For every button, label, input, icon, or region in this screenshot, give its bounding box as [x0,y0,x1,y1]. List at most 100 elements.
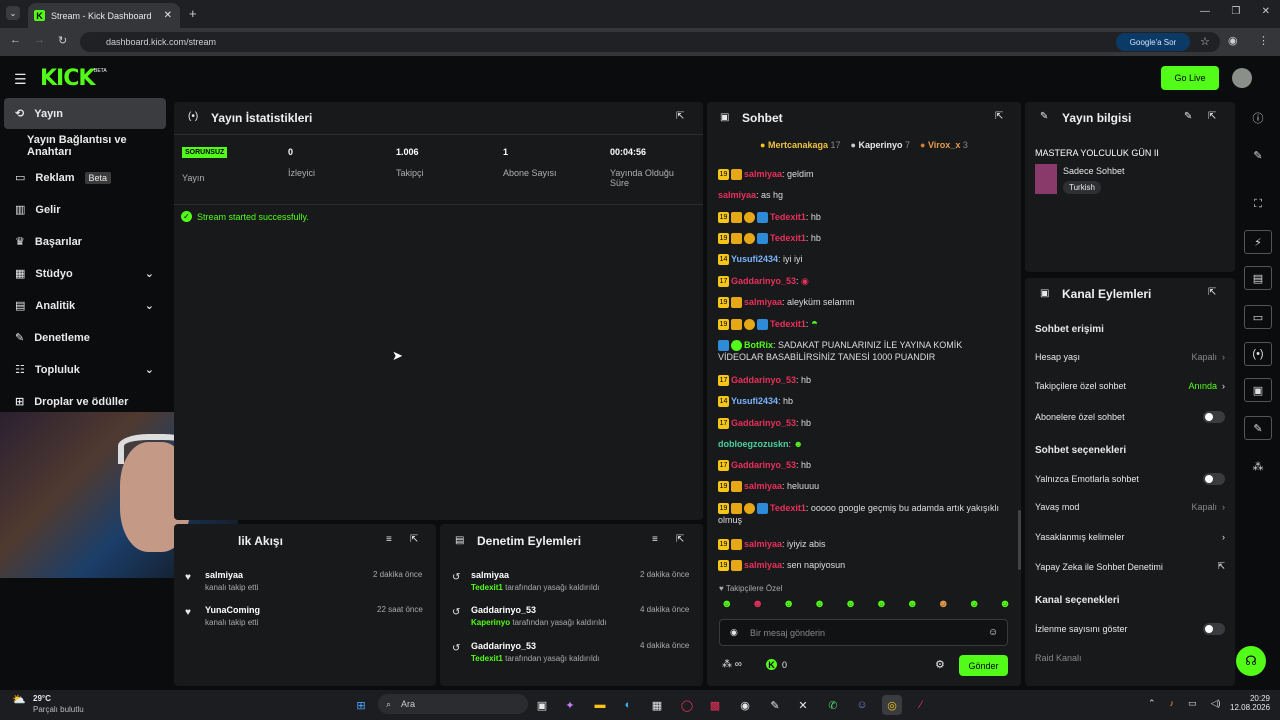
file-explorer-icon[interactable]: ▬ [590,695,610,715]
chat-bubble-icon: ▣ [720,112,730,123]
browser-tab[interactable]: K Stream - Kick Dashboard ✕ [28,3,180,28]
chat-scrollbar[interactable] [1018,510,1021,570]
popout-icon[interactable]: ⇱ [410,534,418,545]
points-icon[interactable]: ⁂ ∞ [722,659,742,670]
emote-icon: ☻ [937,598,950,610]
notes-icon[interactable]: ▤ [1244,266,1272,290]
tag-badge: Turkish [1063,181,1101,194]
copilot-icon[interactable]: ✦ [560,695,580,715]
fullscreen-icon[interactable]: ⛶ [1244,192,1272,216]
sidebar-item-revenue[interactable]: ▥ Gelir [4,194,166,225]
activity-user: salmiyaa [205,570,244,580]
windows-start-icon[interactable]: ⊞ [351,695,371,715]
stat-label-uptime: Yayında Olduğu Süre [610,168,674,188]
info-icon[interactable]: ⓘ [1244,106,1272,130]
clock[interactable]: 20:29 12.08.2026 [1230,694,1270,712]
sidebar-item-analytics[interactable]: ▤ Analitik ⌄ [4,290,166,321]
taskbar-search[interactable]: ⌕ Ara [378,694,528,714]
actions-icon[interactable]: ▣ [1244,378,1272,402]
pen-icon[interactable]: ✎ [765,695,785,715]
account-age-row[interactable]: Hesap yaşı Kapalı › [1035,352,1225,362]
url-input[interactable]: dashboard.kick.com/stream [80,32,1220,52]
window-controls[interactable]: — ❐ ✕ [1200,6,1270,17]
filter-icon[interactable]: ≡ [652,534,658,545]
subs-chat-row[interactable]: Abonelere özel sohbet [1035,411,1225,423]
category-name[interactable]: Sadece Sohbet [1063,166,1125,176]
popout-icon[interactable]: ⇱ [995,111,1003,122]
task-view-icon[interactable]: ▣ [532,695,552,715]
app-icon[interactable]: ▩ [705,695,725,715]
emote-bar[interactable]: ☻ ☻ ☻ ☻ ☻ ☻ ☻ ☻ ☻ ☻ [721,598,1011,610]
go-live-button[interactable]: Go Live [1161,66,1219,90]
reload-icon[interactable]: ↻ [58,34,67,47]
ai-moderation-row[interactable]: Yapay Zeka ile Sohbet Denetimi ⇱ [1035,561,1225,572]
toggle-switch[interactable] [1203,623,1225,635]
weather-temp: 29°C [33,694,51,703]
edge-icon[interactable]: ◐ [618,695,638,715]
popout-icon[interactable]: ⇱ [1208,111,1216,122]
chat-message: BotRix: SADAKAT PUANLARINIZ İLE YAYINA K… [718,340,963,363]
lightning-icon[interactable]: ⚡ [1244,230,1272,254]
toggle-switch[interactable] [1203,411,1225,423]
chat-message: 17 Gaddarinyo_53: hb [718,460,812,472]
sidebar-item-moderation[interactable]: ✎ Denetleme [4,322,166,353]
banned-words-row[interactable]: Yasaklanmış kelimeler › [1035,532,1225,542]
emote-only-row[interactable]: Yalnızca Emotlarla sohbet [1035,473,1225,485]
whatsapp-icon[interactable]: ✆ [823,695,843,715]
broadcast-icon[interactable]: (•) [1244,342,1272,366]
avatar[interactable] [1232,68,1252,88]
sidebar-item-stream-key[interactable]: Yayın Bağlantısı ve Anahtarı [4,130,166,161]
discord-icon[interactable]: ☺ [852,695,872,715]
popout-icon[interactable]: ⇱ [676,111,684,122]
wrench-icon[interactable]: ✎ [1244,416,1272,440]
sidebar-item-community[interactable]: ☷ Topluluk ⌄ [4,354,166,385]
sidebar-item-ads[interactable]: ▭ Reklam Beta [4,162,166,193]
settings-gear-icon[interactable]: ⚙ [935,658,945,671]
capcut-icon[interactable]: ✕ [793,695,813,715]
popout-icon[interactable]: ⇱ [1208,287,1216,298]
chrome-icon[interactable]: ◎ [882,695,902,715]
sidebar-item-yayin[interactable]: ⟲ Yayın [4,98,166,129]
kick-logo[interactable]: KICK [40,66,95,91]
weather-icon[interactable]: ⛅ [12,693,26,706]
edit-icon[interactable]: ✎ [1244,143,1272,167]
slow-mode-row[interactable]: Yavaş mod Kapalı › [1035,502,1225,512]
mod-time: 4 dakika önce [640,605,690,614]
bookmark-star-icon[interactable]: ☆ [1200,35,1210,48]
app-icon[interactable]: ∕ [911,695,931,715]
back-icon[interactable]: ← [10,34,21,46]
steam-icon[interactable]: ◉ [735,695,755,715]
stream-stats-panel [174,102,703,520]
hamburger-icon[interactable]: ☰ [14,71,27,88]
sidebar-item-achievements[interactable]: ♛ Başarılar [4,226,166,257]
tab-list-icon[interactable]: ⌄ [6,6,20,20]
emoji-icon[interactable]: ☺ [988,627,998,638]
edit-icon[interactable]: ✎ [1184,111,1192,122]
sidebar-item-studio[interactable]: ▦ Stüdyo ⌄ [4,258,166,289]
close-tab-icon[interactable]: ✕ [164,10,172,21]
section-channel-options: Kanal seçenekleri [1035,595,1120,606]
menu-icon[interactable]: ⋮ [1258,34,1269,47]
mod-target-user: Gaddarinyo_53 [471,641,537,651]
send-button[interactable]: Gönder [959,655,1008,676]
points-icon[interactable]: ⁂ [1244,454,1272,478]
opera-icon[interactable]: ◯ [677,695,697,715]
google-ask-button[interactable]: Google'a Sor [1116,33,1190,51]
popout-icon[interactable]: ⇱ [676,534,684,545]
toggle-switch[interactable] [1203,473,1225,485]
system-tray[interactable]: ⌃ ♪ ▭ ◁) [1148,698,1220,709]
store-icon[interactable]: ▦ [647,695,667,715]
section-chat-access: Sohbet erişimi [1035,324,1104,335]
forward-icon[interactable]: → [34,34,45,46]
raid-channel-row[interactable]: Raid Kanalı [1035,653,1082,663]
support-icon[interactable]: ☊ [1236,646,1266,676]
category-thumbnail [1035,164,1057,194]
show-viewers-row[interactable]: İzlenme sayısını göster [1035,623,1225,635]
chat-icon[interactable]: ▭ [1244,305,1272,329]
profile-icon[interactable]: ◉ [1228,34,1238,47]
followers-chat-row[interactable]: Takipçilere özel sohbet Anında › [1035,381,1225,391]
new-tab-icon[interactable]: + [189,6,197,21]
emote-icon: ☻ [782,598,795,610]
chat-input[interactable]: ◉ Bir mesaj gönderin ☺ [719,619,1008,646]
filter-icon[interactable]: ≡ [386,534,392,545]
